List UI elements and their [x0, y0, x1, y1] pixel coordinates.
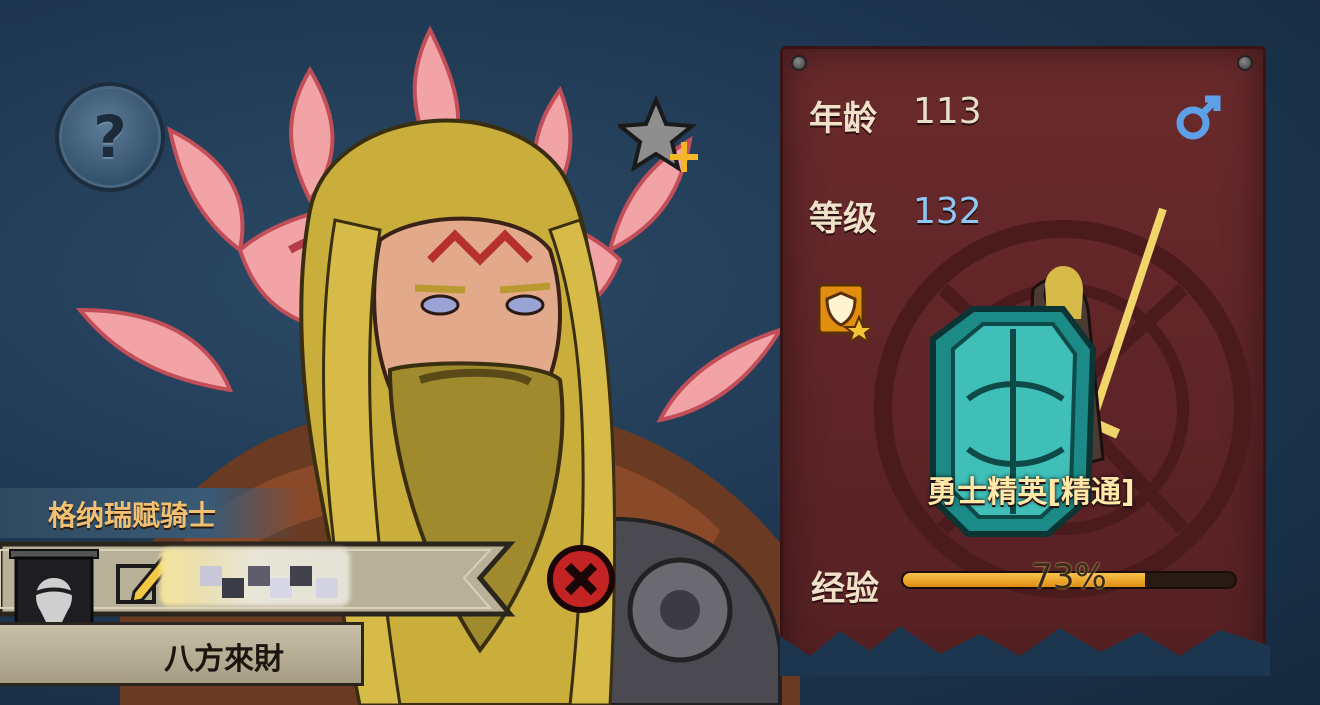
- hero-nickname: 八方來財: [164, 642, 284, 677]
- age-value: 113: [913, 91, 982, 132]
- star-plus-icon: [618, 96, 698, 173]
- class-badge-button[interactable]: [815, 283, 871, 343]
- stats-panel: 年龄 113 等级 132 勇士精英[精通] 经验 73%: [780, 46, 1270, 676]
- unit-class-name: 勇士精英[精通]: [927, 475, 1135, 510]
- panel-torn-edge: [780, 626, 1270, 676]
- shield-star-icon: [817, 283, 871, 343]
- panel-rivet: [791, 55, 807, 71]
- panel-rivet: [1237, 55, 1253, 71]
- redaction-pixel: [248, 566, 270, 586]
- redaction-pixel: [316, 578, 338, 598]
- question-mark-icon: ?: [93, 103, 127, 171]
- male-icon: [1176, 95, 1221, 140]
- redaction-pixel: [290, 566, 312, 586]
- exp-percent: 73%: [1031, 557, 1107, 597]
- redaction-pixel: [200, 566, 222, 586]
- age-label: 年龄: [809, 99, 877, 139]
- hero-title: 格纳瑞赋骑士: [48, 499, 217, 532]
- help-button[interactable]: ?: [55, 82, 165, 192]
- level-label: 等级: [809, 199, 877, 239]
- redaction-pixel: [222, 578, 244, 598]
- exp-label: 经验: [811, 569, 879, 609]
- close-button[interactable]: [546, 544, 616, 614]
- redaction-pixel: [270, 578, 292, 598]
- star-plus-button[interactable]: [618, 96, 704, 176]
- close-x-icon: [547, 545, 615, 613]
